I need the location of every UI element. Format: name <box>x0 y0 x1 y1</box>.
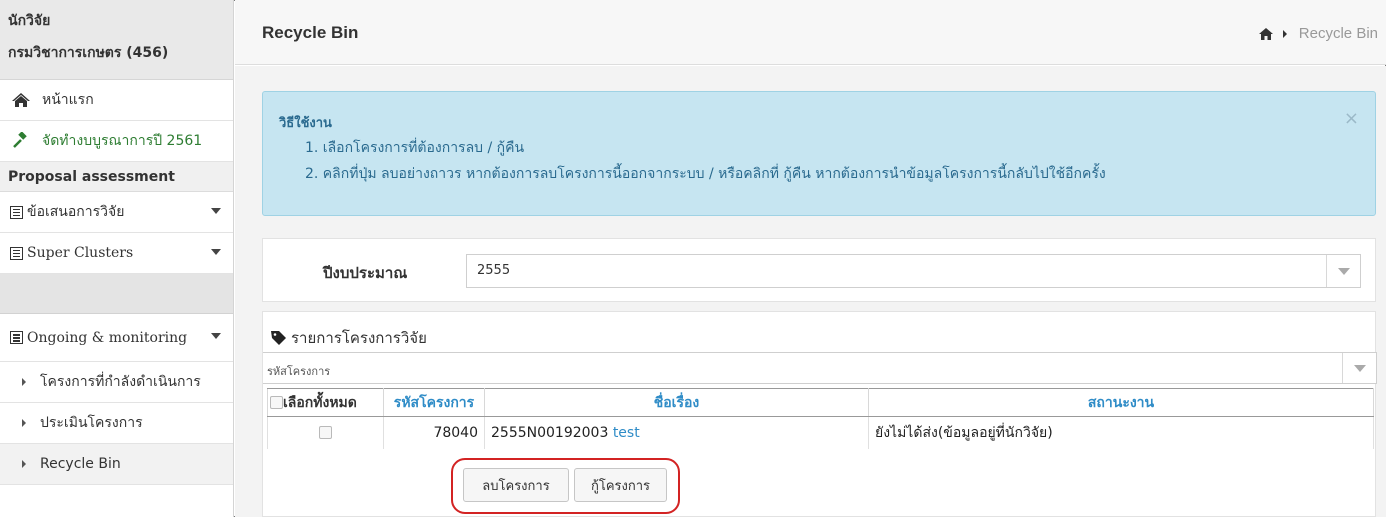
table-header-row: เลือกทั้งหมด รหัสโครงการ ชื่อเรื่อง สถาน… <box>267 388 1374 417</box>
alert-line-1: 1. เลือกโครงการที่ต้องการลบ / กู้คืน <box>305 140 525 156</box>
sub-item-label: ประเมินโครงการ <box>40 415 143 431</box>
page-title: Recycle Bin <box>262 23 359 42</box>
project-code-placeholder: รหัสโครงการ <box>267 365 331 378</box>
year-label: ปีงบประมาณ <box>323 264 408 282</box>
dropdown-arrow-icon[interactable] <box>1326 255 1360 287</box>
project-code-select[interactable]: รหัสโครงการ <box>263 352 1377 384</box>
nav-proposal[interactable]: ข้อเสนอการวิจัย <box>0 192 233 233</box>
sidebar: นักวิจัย กรมวิชาการเกษตร (456) หน้าแรก จ… <box>0 0 234 517</box>
year-select[interactable]: 2555 <box>466 254 1361 288</box>
breadcrumb-current: Recycle Bin <box>1298 25 1378 42</box>
row-code: 78040 <box>383 416 485 449</box>
list-icon <box>10 331 23 344</box>
project-table: เลือกทั้งหมด รหัสโครงการ ชื่อเรื่อง สถาน… <box>267 388 1374 449</box>
page-header: Recycle Bin Recycle Bin <box>235 0 1386 65</box>
close-icon[interactable]: × <box>1344 108 1359 129</box>
row-title: 2555N00192003 test <box>484 416 869 449</box>
bullet-icon <box>22 378 26 386</box>
gavel-icon <box>10 132 32 150</box>
home-icon[interactable] <box>1258 27 1273 40</box>
nav-budget[interactable]: จัดทำงบบูรณาการปี 2561 <box>0 121 233 162</box>
info-alert: วิธีใช้งาน 1. เลือกโครงการที่ต้องการลบ /… <box>262 91 1376 216</box>
sidebar-spacer <box>0 274 233 314</box>
list-icon <box>10 246 23 260</box>
list-icon <box>10 205 23 219</box>
caret-down-icon <box>211 208 221 214</box>
col-select-all[interactable]: เลือกทั้งหมด <box>267 388 384 417</box>
nav-ongoing[interactable]: Ongoing & monitoring <box>0 314 233 362</box>
list-heading: รายการโครงการวิจัย <box>271 326 427 350</box>
nav-home-label: หน้าแรก <box>42 92 94 108</box>
col-project-code: รหัสโครงการ <box>383 388 485 417</box>
caret-down-icon <box>211 333 221 339</box>
restore-project-button[interactable]: กู้โครงการ <box>574 468 667 502</box>
col-status: สถานะงาน <box>868 388 1374 417</box>
sub-item-evaluate[interactable]: ประเมินโครงการ <box>0 403 233 444</box>
row-title-link[interactable]: test <box>613 425 640 441</box>
user-block: นักวิจัย กรมวิชาการเกษตร (456) <box>0 0 233 80</box>
row-select <box>267 416 384 449</box>
home-icon <box>10 92 32 108</box>
user-org: กรมวิชาการเกษตร (456) <box>8 45 169 61</box>
alert-line-2: 2. คลิกที่ปุ่ม ลบอย่างถาวร หากต้องการลบโ… <box>305 166 1106 182</box>
caret-down-icon <box>211 249 221 255</box>
sub-item-ongoing-projects[interactable]: โครงการที่กำลังดำเนินการ <box>0 362 233 403</box>
bullet-icon <box>22 419 26 427</box>
breadcrumb-separator-icon <box>1282 29 1287 38</box>
tag-icon <box>271 331 287 345</box>
nav-super-clusters-label: Super Clusters <box>27 245 134 261</box>
select-all-checkbox[interactable] <box>270 395 283 409</box>
nav-ongoing-label: Ongoing & monitoring <box>27 329 188 346</box>
nav-proposal-label: ข้อเสนอการวิจัย <box>27 204 125 220</box>
project-list-panel: รายการโครงการวิจัย รหัสโครงการ เลือกทั้ง… <box>262 311 1377 517</box>
sub-item-label: Recycle Bin <box>40 456 121 472</box>
delete-project-button[interactable]: ลบโครงการ <box>463 468 569 502</box>
alert-title: วิธีใช้งาน <box>279 116 332 131</box>
row-title-prefix: 2555N00192003 <box>491 424 609 441</box>
row-checkbox[interactable] <box>319 425 332 439</box>
section-proposal-assessment: Proposal assessment <box>0 162 233 192</box>
sub-item-label: โครงการที่กำลังดำเนินการ <box>40 374 201 390</box>
bullet-icon <box>22 460 26 468</box>
breadcrumb: Recycle Bin <box>1258 25 1378 42</box>
col-title: ชื่อเรื่อง <box>484 388 869 417</box>
sub-item-recycle-bin[interactable]: Recycle Bin <box>0 444 233 485</box>
list-title: รายการโครงการวิจัย <box>291 329 427 347</box>
year-value: 2555 <box>477 263 511 278</box>
dropdown-arrow-icon[interactable] <box>1342 353 1376 383</box>
year-filter-panel: ปีงบประมาณ 2555 <box>262 238 1376 302</box>
nav-super-clusters[interactable]: Super Clusters <box>0 233 233 274</box>
row-status: ยังไม่ได้ส่ง(ข้อมูลอยู่ที่นักวิจัย) <box>868 416 1374 449</box>
nav-home[interactable]: หน้าแรก <box>0 80 233 121</box>
table-row: 78040 2555N00192003 test ยังไม่ได้ส่ง(ข้… <box>267 416 1374 449</box>
col-label: เลือกทั้งหมด <box>283 394 357 411</box>
user-name: นักวิจัย <box>8 13 51 29</box>
nav-budget-label: จัดทำงบบูรณาการปี 2561 <box>42 133 203 149</box>
